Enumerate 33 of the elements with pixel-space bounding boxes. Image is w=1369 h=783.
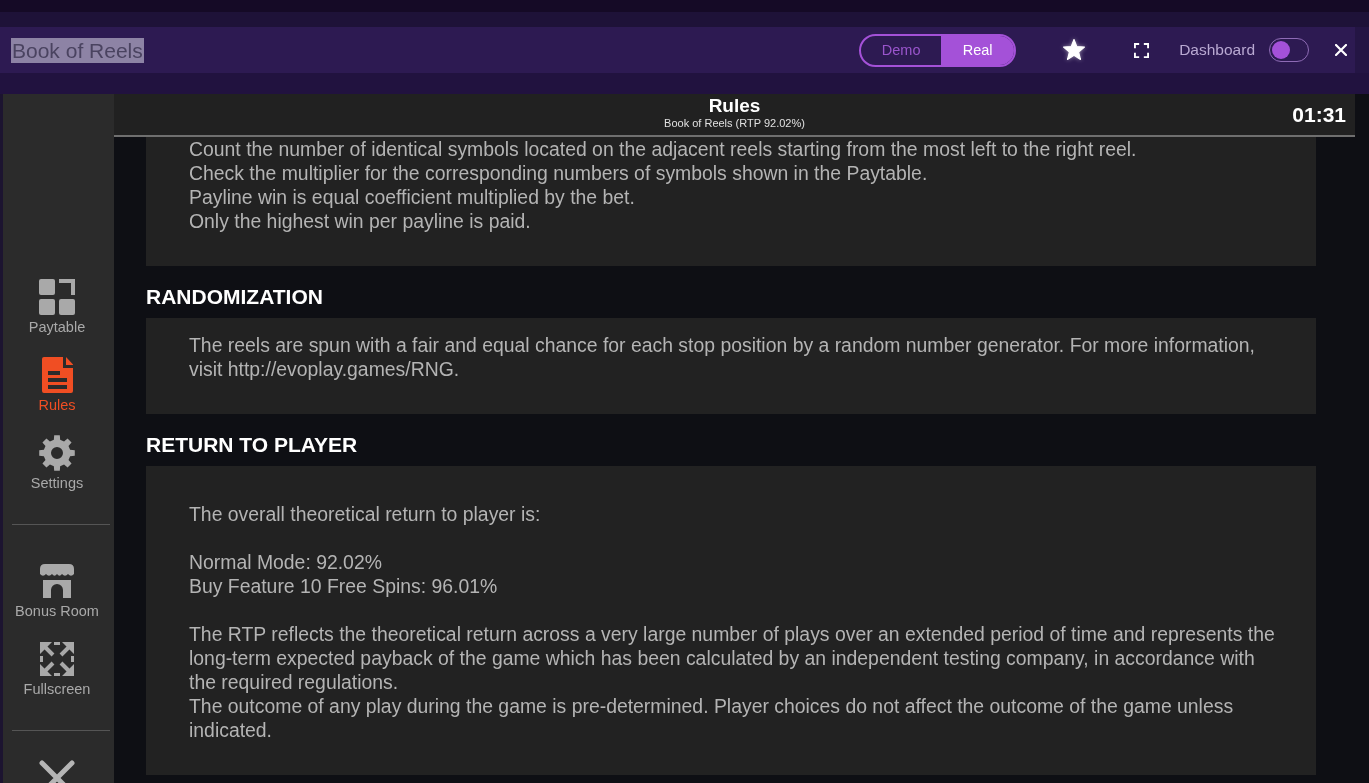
sidebar-item[interactable]: Settings <box>30 435 84 491</box>
document-icon <box>39 357 75 393</box>
rules-text: Buy Feature 10 Free Spins: 96.01% <box>189 574 499 598</box>
gear-icon <box>39 435 75 471</box>
sidebar-item[interactable]: Paytable <box>28 279 86 335</box>
mode-toggle[interactable]: Demo Real <box>859 33 1017 67</box>
rules-text: Payline win is equal coefficient multiplied by the bet. <box>189 185 636 209</box>
rules-text: Normal Mode: 92.02% <box>189 550 383 574</box>
storefront-icon <box>39 563 75 599</box>
mode-tab[interactable]: Demo <box>861 35 942 65</box>
grid-icon <box>39 279 75 315</box>
rules-text: The overall theoretical return to player is: <box>189 502 542 526</box>
page-title: Rules <box>708 95 761 117</box>
rules-text: Count the number of identical symbols located on the adjacent reels starting from the most left to the right reel. <box>189 137 1138 161</box>
fullscreen-icon[interactable] <box>1134 42 1150 58</box>
sidebar-item[interactable]: Fullscreen <box>23 641 91 697</box>
section-heading: RANDOMIZATION <box>146 284 324 310</box>
rules-text: The outcome of any play during the game is pre-determined. Player choices do not affect the outcome of the game unless indicated. <box>189 694 1235 742</box>
close-icon[interactable] <box>39 760 75 783</box>
expand-arrows-icon <box>39 641 75 677</box>
app-title: Book of Reels <box>11 37 144 63</box>
section-heading: RETURN TO PLAYER <box>146 432 359 458</box>
session-timer: 01:31 <box>1292 103 1346 127</box>
rules-text: The reels are spun with a fair and equal chance for each stop position by a random number generator. For more information, visit http://evoplay.games/RNG. <box>189 333 1256 381</box>
page-subtitle: Book of Reels (RTP 92.02%) <box>664 117 805 130</box>
star-icon[interactable] <box>1063 39 1086 61</box>
dashboard-label: Dashboard <box>1179 41 1255 59</box>
rules-text: The RTP reflects the theoretical return across a very large number of plays over an extended period of time and represents the long-term expected payback of the game which has been calculated by an independent testing company, in accordance with the required regulations. <box>189 622 1276 694</box>
sidebar-item[interactable]: Bonus Room <box>15 563 99 619</box>
sidebar-item[interactable]: Rules <box>38 357 76 413</box>
mode-tab[interactable]: Real <box>941 35 1015 65</box>
rules-text: Only the highest win per payline is paid. <box>189 209 532 233</box>
rules-text: Check the multiplier for the corresponding numbers of symbols shown in the Paytable. <box>189 161 929 185</box>
